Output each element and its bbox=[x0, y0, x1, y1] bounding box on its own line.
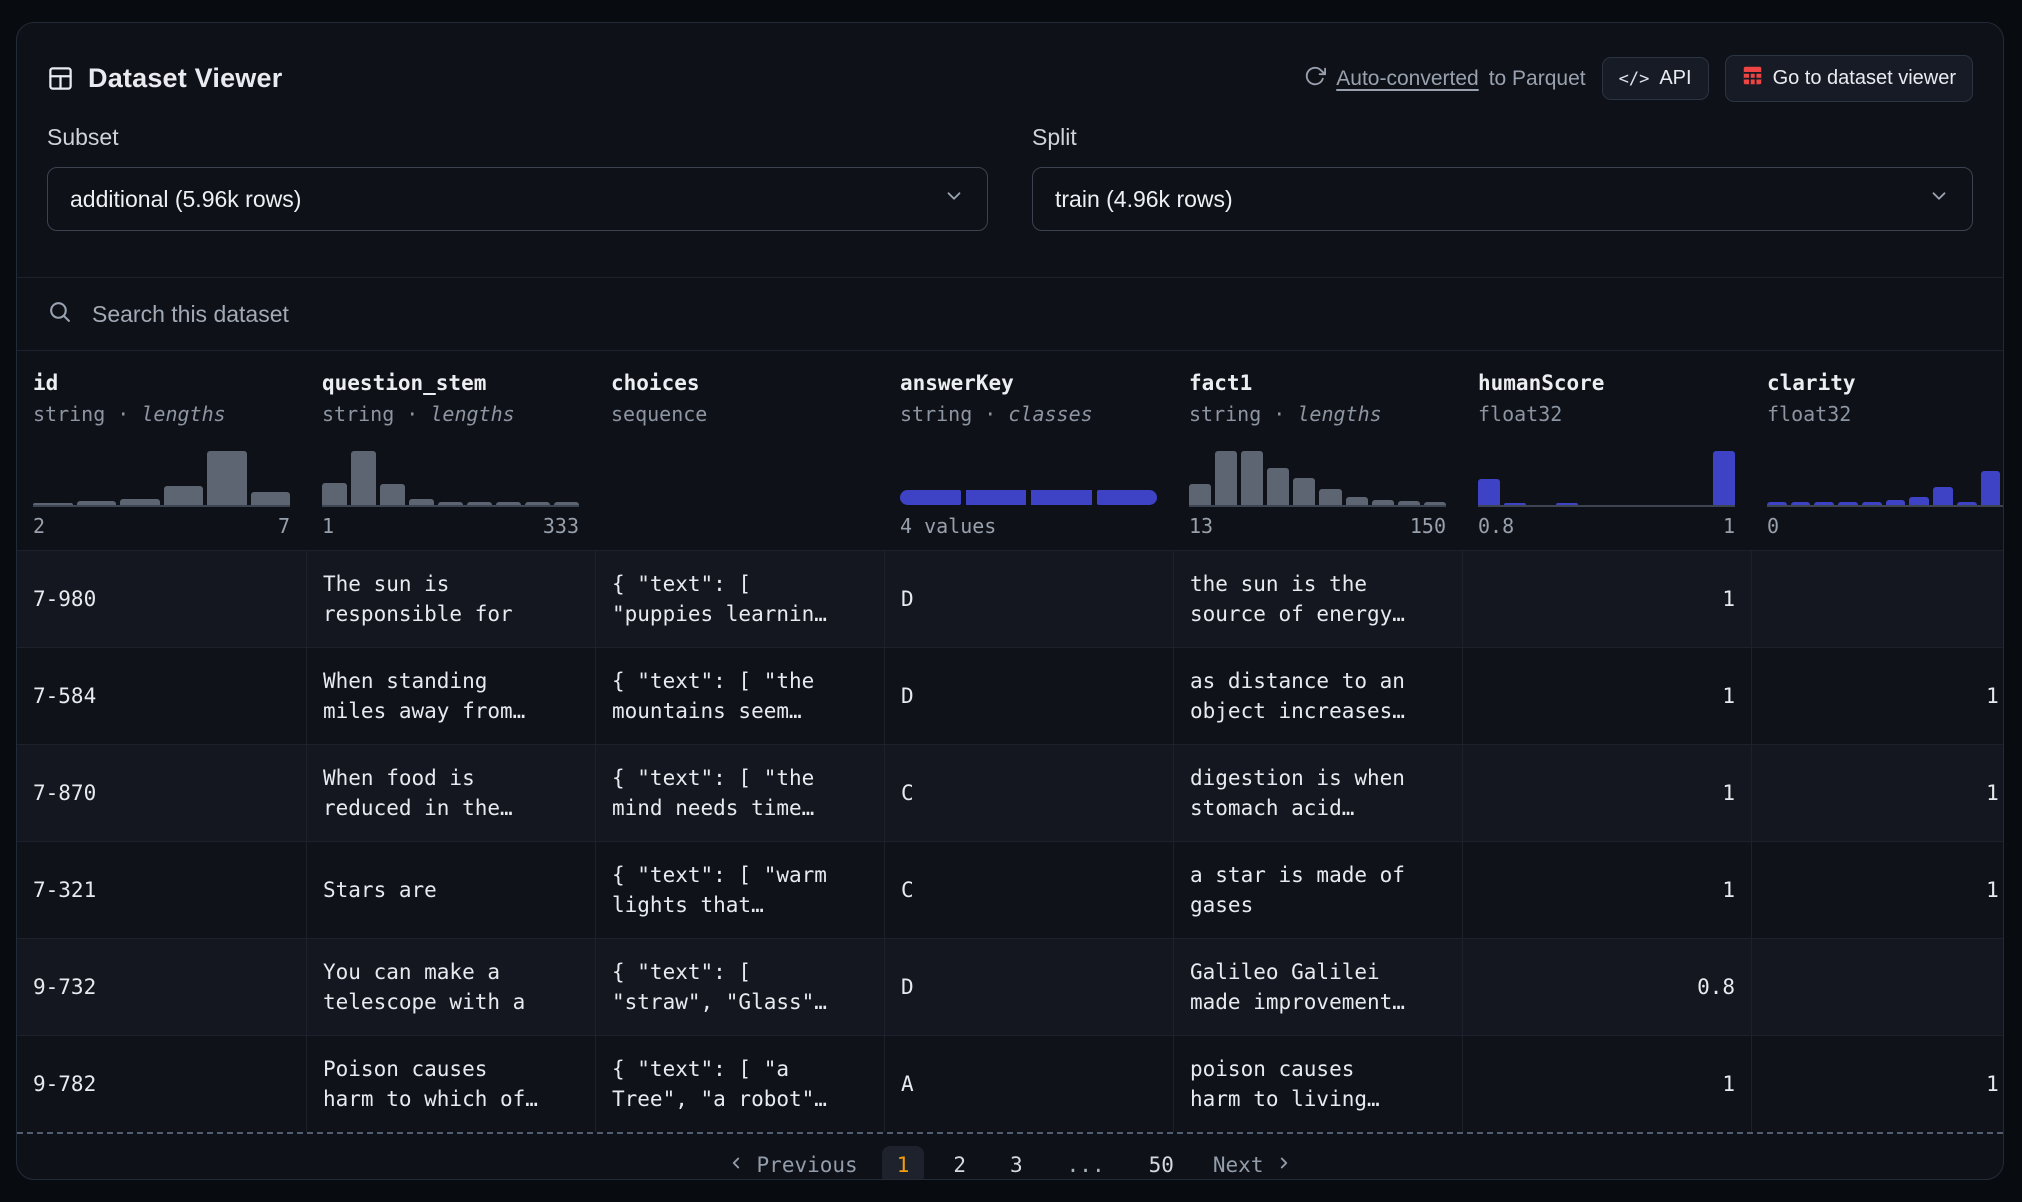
table-row[interactable]: 9-732 You can make a telescope with a { … bbox=[17, 938, 2004, 1035]
page-title: Dataset Viewer bbox=[47, 63, 282, 94]
page-button-50[interactable]: 50 bbox=[1134, 1146, 1189, 1180]
split-select[interactable]: train (4.96k rows) bbox=[1032, 167, 1973, 231]
cell-fact1: digestion is when stomach acid… bbox=[1173, 745, 1462, 841]
cell-question-stem: When food is reduced in the… bbox=[306, 745, 595, 841]
header-actions: Auto-converted to Parquet </> API G bbox=[1304, 55, 1973, 102]
auto-converted-note: Auto-converted to Parquet bbox=[1304, 65, 1585, 93]
cell-choices: { "text": [ "a Tree", "a robot"… bbox=[595, 1036, 884, 1132]
column-header-humanscore: humanScore float32 0.81 bbox=[1462, 351, 1751, 550]
histogram bbox=[1478, 451, 1735, 507]
table-header: id string · lengths 27 question_stem str… bbox=[17, 350, 2004, 550]
cell-id: 7-584 bbox=[17, 648, 306, 744]
cell-humanscore: 1 bbox=[1462, 745, 1751, 841]
chevron-down-icon bbox=[943, 185, 965, 213]
card-header: Dataset Viewer Auto-converted to Parquet… bbox=[17, 23, 2003, 102]
cell-clarity bbox=[1751, 551, 2004, 647]
cell-answerkey: C bbox=[884, 842, 1173, 938]
next-page-button[interactable]: Next bbox=[1203, 1147, 1304, 1180]
chevron-down-icon bbox=[1928, 185, 1950, 213]
table-icon bbox=[47, 65, 74, 92]
cell-choices: { "text": [ "puppies learnin… bbox=[595, 551, 884, 647]
cell-humanscore: 1 bbox=[1462, 551, 1751, 647]
cell-fact1: a star is made of gases bbox=[1173, 842, 1462, 938]
cell-answerkey: D bbox=[884, 648, 1173, 744]
table-row[interactable]: 7-321 Stars are { "text": [ "warm lights… bbox=[17, 841, 2004, 938]
api-button[interactable]: </> API bbox=[1602, 57, 1709, 100]
column-header-clarity: clarity float32 01 bbox=[1751, 351, 2004, 550]
column-header-question-stem: question_stem string · lengths 1333 bbox=[306, 351, 595, 550]
previous-page-button[interactable]: Previous bbox=[717, 1147, 868, 1180]
subset-group: Subset additional (5.96k rows) bbox=[47, 124, 988, 231]
search-icon bbox=[47, 299, 72, 329]
histogram bbox=[33, 451, 290, 507]
cell-fact1: as distance to an object increases… bbox=[1173, 648, 1462, 744]
search-input[interactable] bbox=[92, 301, 1973, 328]
cell-answerkey: D bbox=[884, 939, 1173, 1035]
histogram bbox=[1767, 451, 2004, 507]
auto-converted-link[interactable]: Auto-converted bbox=[1336, 67, 1478, 91]
page-ellipsis: ... bbox=[1052, 1146, 1120, 1180]
column-header-answerkey: answerKey string · classes 4 values bbox=[884, 351, 1173, 550]
config-selectors: Subset additional (5.96k rows) Split tra… bbox=[17, 124, 2003, 231]
cell-fact1: the sun is the source of energy… bbox=[1173, 551, 1462, 647]
refresh-icon bbox=[1304, 65, 1326, 93]
cell-clarity: 1.0 bbox=[1751, 745, 2004, 841]
cell-choices: { "text": [ "the mind needs time… bbox=[595, 745, 884, 841]
code-icon: </> bbox=[1619, 69, 1650, 89]
cell-clarity: 1.0 bbox=[1751, 648, 2004, 744]
split-label: Split bbox=[1032, 124, 1973, 151]
cell-id: 7-321 bbox=[17, 842, 306, 938]
cell-question-stem: When standing miles away from… bbox=[306, 648, 595, 744]
cell-humanscore: 1 bbox=[1462, 842, 1751, 938]
search-bar bbox=[17, 277, 2003, 350]
cell-answerkey: D bbox=[884, 551, 1173, 647]
cell-id: 9-782 bbox=[17, 1036, 306, 1132]
subset-select[interactable]: additional (5.96k rows) bbox=[47, 167, 988, 231]
column-header-id: id string · lengths 27 bbox=[17, 351, 306, 550]
table-row[interactable]: 9-782 Poison causes harm to which of… { … bbox=[17, 1035, 2004, 1132]
class-distribution-bar bbox=[900, 490, 1157, 505]
page-button-1[interactable]: 1 bbox=[882, 1146, 925, 1180]
cell-question-stem: The sun is responsible for bbox=[306, 551, 595, 647]
red-grid-icon bbox=[1742, 65, 1763, 92]
go-to-dataset-viewer-button[interactable]: Go to dataset viewer bbox=[1725, 55, 1973, 102]
page-button-2[interactable]: 2 bbox=[938, 1146, 981, 1180]
cell-clarity: 1.0 bbox=[1751, 842, 2004, 938]
cell-humanscore: 1 bbox=[1462, 648, 1751, 744]
cell-id: 9-732 bbox=[17, 939, 306, 1035]
histogram bbox=[322, 451, 579, 507]
cell-choices: { "text": [ "warm lights that… bbox=[595, 842, 884, 938]
chevron-left-icon bbox=[727, 1153, 745, 1177]
chevron-right-icon bbox=[1275, 1153, 1293, 1177]
page-title-text: Dataset Viewer bbox=[88, 63, 282, 94]
cell-fact1: poison causes harm to living… bbox=[1173, 1036, 1462, 1132]
table-row[interactable]: 7-980 The sun is responsible for { "text… bbox=[17, 550, 2004, 647]
cell-question-stem: Poison causes harm to which of… bbox=[306, 1036, 595, 1132]
dataset-viewer-card: Dataset Viewer Auto-converted to Parquet… bbox=[16, 22, 2004, 1180]
cell-choices: { "text": [ "the mountains seem… bbox=[595, 648, 884, 744]
cell-answerkey: C bbox=[884, 745, 1173, 841]
split-group: Split train (4.96k rows) bbox=[1032, 124, 1973, 231]
cell-id: 7-870 bbox=[17, 745, 306, 841]
cell-humanscore: 0.8 bbox=[1462, 939, 1751, 1035]
cell-choices: { "text": [ "straw", "Glass"… bbox=[595, 939, 884, 1035]
cell-clarity bbox=[1751, 939, 2004, 1035]
histogram bbox=[1189, 451, 1446, 507]
page-button-3[interactable]: 3 bbox=[995, 1146, 1038, 1180]
cell-question-stem: Stars are bbox=[306, 842, 595, 938]
cell-question-stem: You can make a telescope with a bbox=[306, 939, 595, 1035]
auto-converted-rest: to Parquet bbox=[1489, 67, 1586, 91]
column-header-choices: choices sequence bbox=[595, 351, 884, 550]
cell-fact1: Galileo Galilei made improvement… bbox=[1173, 939, 1462, 1035]
subset-label: Subset bbox=[47, 124, 988, 151]
table-body: 7-980 The sun is responsible for { "text… bbox=[17, 550, 2004, 1132]
cell-humanscore: 1 bbox=[1462, 1036, 1751, 1132]
cell-answerkey: A bbox=[884, 1036, 1173, 1132]
table-row[interactable]: 7-584 When standing miles away from… { "… bbox=[17, 647, 2004, 744]
column-header-fact1: fact1 string · lengths 13150 bbox=[1173, 351, 1462, 550]
cell-clarity: 1.0 bbox=[1751, 1036, 2004, 1132]
cell-id: 7-980 bbox=[17, 551, 306, 647]
pagination: Previous 1 2 3 ... 50 Next bbox=[17, 1134, 2003, 1180]
table-row[interactable]: 7-870 When food is reduced in the… { "te… bbox=[17, 744, 2004, 841]
